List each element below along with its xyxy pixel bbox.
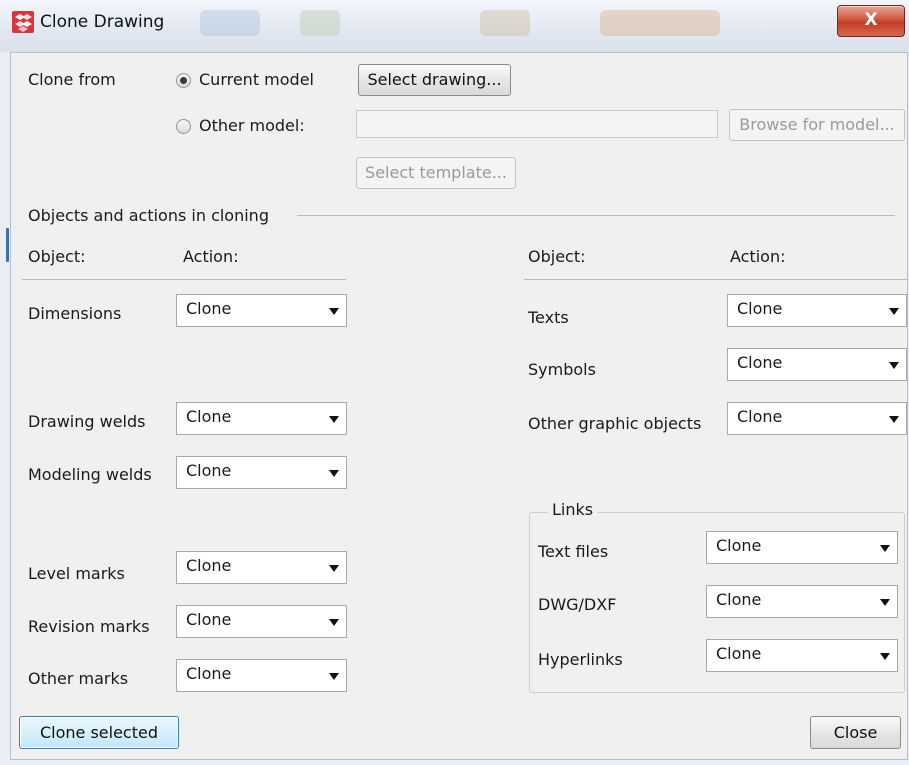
chevron-down-icon [889, 308, 899, 315]
selected-value: Clone [186, 461, 232, 480]
selected-value: Clone [737, 353, 783, 372]
level-marks-action-select[interactable]: Clone [176, 551, 347, 584]
close-button[interactable]: Close [810, 716, 901, 749]
other-marks-action-select[interactable]: Clone [176, 659, 347, 692]
dwg-dxf-action-select[interactable]: Clone [706, 585, 898, 618]
dialog-body: Clone from Current model Select drawing.… [10, 52, 908, 760]
chevron-down-icon [329, 308, 339, 315]
selected-value: Clone [716, 644, 762, 663]
texts-label: Texts [528, 308, 569, 327]
dimensions-action-select[interactable]: Clone [176, 294, 347, 327]
browse-for-model-button[interactable]: Browse for model... [729, 109, 905, 141]
left-header-divider [22, 279, 346, 280]
section-title: Objects and actions in cloning [28, 206, 269, 225]
clone-selected-button[interactable]: Clone selected [19, 716, 179, 749]
select-drawing-button[interactable]: Select drawing... [358, 64, 511, 96]
right-object-header: Object: [528, 247, 586, 266]
other-model-path-field[interactable] [356, 110, 718, 138]
chevron-down-icon [880, 653, 890, 660]
other-marks-label: Other marks [28, 669, 129, 688]
chevron-down-icon [329, 565, 339, 572]
level-marks-label: Level marks [28, 564, 125, 583]
other-model-radio[interactable] [176, 119, 191, 134]
chevron-down-icon [889, 416, 899, 423]
selected-value: Clone [186, 556, 232, 575]
links-group-title: Links [548, 500, 598, 519]
other-model-label[interactable]: Other model: [199, 116, 305, 135]
right-header-divider [524, 279, 907, 280]
chevron-down-icon [880, 599, 890, 606]
left-action-header: Action: [183, 247, 239, 266]
chevron-down-icon [329, 470, 339, 477]
symbols-action-select[interactable]: Clone [727, 348, 907, 381]
texts-action-select[interactable]: Clone [727, 294, 907, 327]
background-blur [200, 10, 260, 36]
background-blur [600, 10, 720, 36]
selected-value: Clone [186, 407, 232, 426]
revision-marks-action-select[interactable]: Clone [176, 605, 347, 638]
close-icon: X [864, 10, 878, 30]
other-graphic-objects-action-select[interactable]: Clone [727, 402, 907, 435]
text-files-label: Text files [538, 542, 609, 561]
drawing-welds-label: Drawing welds [28, 412, 146, 431]
dwg-dxf-label: DWG/DXF [538, 595, 617, 614]
symbols-label: Symbols [528, 360, 596, 379]
current-model-label[interactable]: Current model [199, 70, 314, 89]
title-bar: Clone Drawing X [0, 0, 909, 52]
dimensions-label: Dimensions [28, 304, 122, 323]
selected-value: Clone [737, 299, 783, 318]
chevron-down-icon [329, 673, 339, 680]
background-blur [480, 10, 530, 36]
window-close-button[interactable]: X [837, 5, 905, 37]
hyperlinks-label: Hyperlinks [538, 650, 623, 669]
selected-value: Clone [716, 536, 762, 555]
hyperlinks-action-select[interactable]: Clone [706, 639, 898, 672]
chevron-down-icon [329, 619, 339, 626]
background-blur [300, 10, 340, 36]
tekla-logo-icon [12, 11, 34, 33]
current-model-radio[interactable] [176, 73, 191, 88]
chevron-down-icon [329, 416, 339, 423]
section-divider [297, 215, 895, 216]
text-files-action-select[interactable]: Clone [706, 531, 898, 564]
other-graphic-objects-label: Other graphic objects [528, 414, 702, 433]
modeling-welds-action-select[interactable]: Clone [176, 456, 347, 489]
chevron-down-icon [889, 362, 899, 369]
right-action-header: Action: [730, 247, 786, 266]
left-object-header: Object: [28, 247, 86, 266]
clone-from-label: Clone from [28, 70, 116, 89]
revision-marks-label: Revision marks [28, 617, 150, 636]
focus-marker [6, 228, 9, 262]
selected-value: Clone [186, 664, 232, 683]
selected-value: Clone [186, 610, 232, 629]
selected-value: Clone [716, 590, 762, 609]
selected-value: Clone [737, 407, 783, 426]
modeling-welds-label: Modeling welds [28, 465, 152, 484]
window-title: Clone Drawing [40, 12, 165, 32]
chevron-down-icon [880, 545, 890, 552]
selected-value: Clone [186, 299, 232, 318]
select-template-button[interactable]: Select template... [356, 157, 516, 189]
drawing-welds-action-select[interactable]: Clone [176, 402, 347, 435]
